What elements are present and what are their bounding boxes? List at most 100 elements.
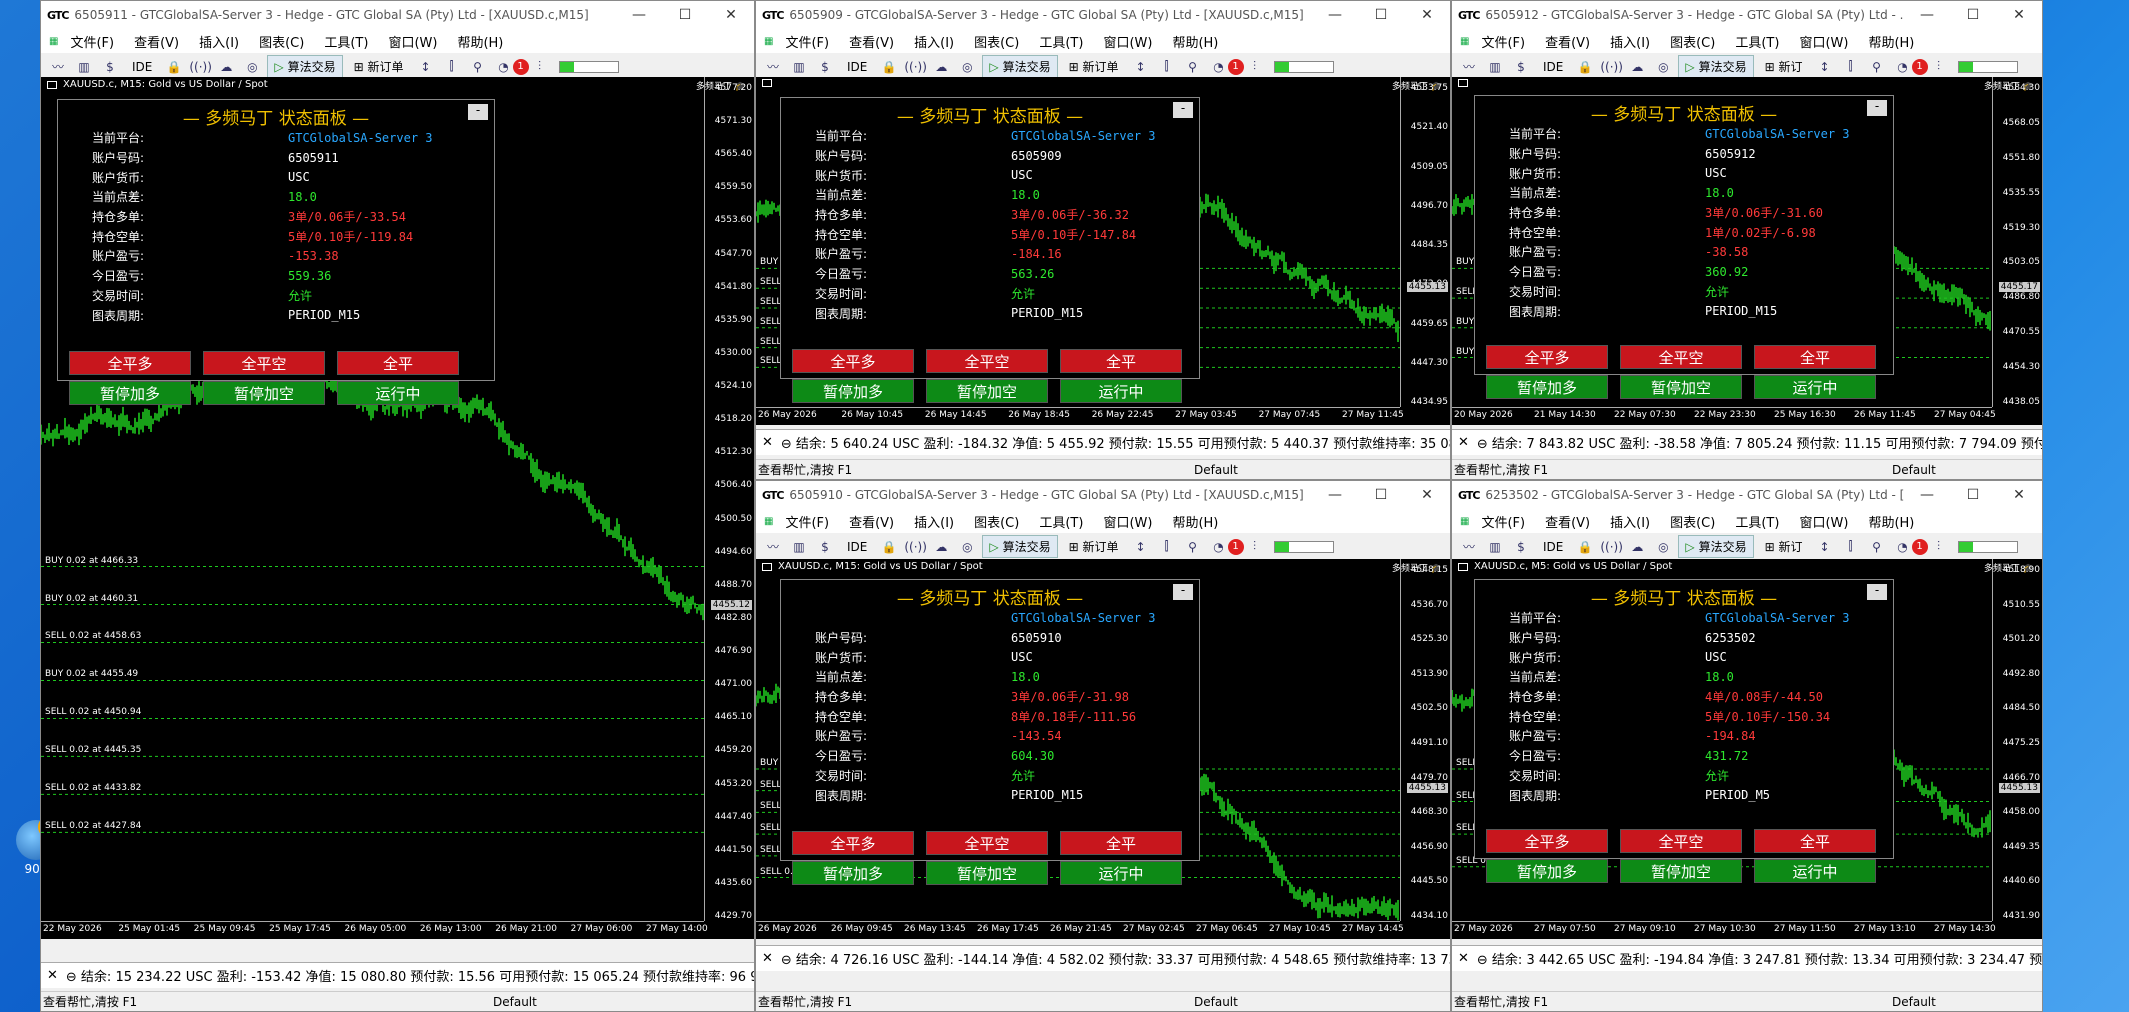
pause-buy-button[interactable]: 暂停加多 xyxy=(1486,375,1608,399)
close-toolbox-icon[interactable]: ✕ xyxy=(1458,435,1469,450)
time-axis[interactable]: 22 May 2026 25 May 01:45 25 May 09:45 25 Ma… xyxy=(41,921,708,939)
order-line-label[interactable]: SELL xyxy=(760,801,781,811)
chart-type-icon[interactable]: ▥ xyxy=(788,540,810,554)
algo-trading-button[interactable]: ▷ 算法交易 xyxy=(267,55,343,78)
order-line-label[interactable]: BUY 0.02 at 4466.33 xyxy=(45,556,138,566)
menu-item-0[interactable]: 文件(F) xyxy=(1481,512,1525,531)
title-bar[interactable]: GTC 6505911 - GTCGlobalSA-Server 3 - Hedg… xyxy=(41,1,754,29)
order-line-label[interactable]: BUY xyxy=(1456,257,1474,267)
candles-icon[interactable]: ⫿ xyxy=(441,59,463,74)
depth-icon[interactable]: ↕ xyxy=(1814,540,1836,554)
menu-item-4[interactable]: 工具(T) xyxy=(1039,512,1083,531)
close-all-button[interactable]: 全平 xyxy=(337,351,459,375)
pause-buy-button[interactable]: 暂停加多 xyxy=(792,379,914,403)
close-button[interactable]: ✕ xyxy=(1996,487,2042,503)
close-button[interactable]: ✕ xyxy=(1996,7,2042,23)
order-line-label[interactable]: BUY xyxy=(1456,347,1474,357)
chart-type-icon[interactable]: ▥ xyxy=(1484,540,1506,554)
close-buy-button[interactable]: 全平多 xyxy=(792,349,914,373)
chart-type-icon[interactable]: ▥ xyxy=(788,60,810,74)
order-line-label[interactable]: BUY 0.02 at 4455.49 xyxy=(45,669,138,679)
pause-sell-button[interactable]: 暂停加空 xyxy=(926,379,1048,403)
close-button[interactable]: ✕ xyxy=(708,7,754,23)
cloud-icon[interactable]: ☁ xyxy=(1626,60,1648,74)
menu-item-6[interactable]: 帮助(H) xyxy=(1172,32,1218,51)
signal-icon[interactable]: ((·)) xyxy=(189,60,212,74)
alerts-icon[interactable]: ◔ xyxy=(1208,60,1230,74)
candles-icon[interactable]: ⫿ xyxy=(1840,539,1862,554)
order-line-label[interactable]: BUY xyxy=(760,257,778,267)
line-chart-icon[interactable]: 〰 xyxy=(1458,538,1480,555)
menu-item-3[interactable]: 图表(C) xyxy=(1670,32,1715,51)
order-line-label[interactable]: SELL xyxy=(760,297,781,307)
zoom-icon[interactable]: ⚲ xyxy=(1182,540,1204,554)
menu-item-5[interactable]: 窗口(W) xyxy=(1103,32,1152,51)
close-buy-button[interactable]: 全平多 xyxy=(1486,345,1608,369)
price-chart[interactable]: 多频马丁 🎓 BUY SELL BUY BUY 4584.30 4568.05 4551.80… xyxy=(1452,77,2042,425)
close-sell-button[interactable]: 全平空 xyxy=(1620,829,1742,853)
menu-item-1[interactable]: 查看(V) xyxy=(1545,512,1590,531)
globe-icon[interactable]: ◎ xyxy=(1652,540,1674,554)
close-buy-button[interactable]: 全平多 xyxy=(69,351,191,375)
signal-icon[interactable]: ((·)) xyxy=(1600,60,1623,74)
pause-sell-button[interactable]: 暂停加空 xyxy=(1620,375,1742,399)
pause-sell-button[interactable]: 暂停加空 xyxy=(926,861,1048,885)
zoom-icon[interactable]: ⚲ xyxy=(467,60,489,74)
menu-item-5[interactable]: 窗口(W) xyxy=(1103,512,1152,531)
new-order-button[interactable]: ⊞ 新订单 xyxy=(1062,535,1126,558)
globe-icon[interactable]: ◎ xyxy=(1652,60,1674,74)
candles-icon[interactable]: ⫿ xyxy=(1840,59,1862,74)
order-line-label[interactable]: SELL xyxy=(760,780,781,790)
globe-icon[interactable]: ◎ xyxy=(956,540,978,554)
zoom-icon[interactable]: ⚲ xyxy=(1866,540,1888,554)
minimize-button[interactable]: — xyxy=(1904,7,1950,23)
menu-item-2[interactable]: 插入(I) xyxy=(1610,512,1650,531)
candles-icon[interactable]: ⫿ xyxy=(1156,59,1178,74)
title-bar[interactable]: GTC 6505909 - GTCGlobalSA-Server 3 - Hedg… xyxy=(756,1,1450,29)
time-axis[interactable]: 27 May 2026 27 May 07:50 27 May 09:10 27 Ma… xyxy=(1452,921,1996,939)
chart-type-icon[interactable]: ▥ xyxy=(73,60,95,74)
maximize-button[interactable]: ☐ xyxy=(662,7,708,23)
panel-collapse-button[interactable]: - xyxy=(1867,100,1887,116)
menu-item-6[interactable]: 帮助(H) xyxy=(1868,32,1914,51)
new-order-button[interactable]: ⊞ 新订单 xyxy=(347,55,411,78)
signal-icon[interactable]: ((·)) xyxy=(904,540,927,554)
cloud-icon[interactable]: ☁ xyxy=(1626,540,1648,554)
time-axis[interactable]: 26 May 2026 26 May 09:45 26 May 13:45 26 Ma… xyxy=(756,921,1404,939)
menu-item-4[interactable]: 工具(T) xyxy=(1735,512,1779,531)
algo-trading-button[interactable]: ▷ 算法交易 xyxy=(982,535,1058,558)
pause-sell-button[interactable]: 暂停加空 xyxy=(203,381,325,405)
panel-collapse-button[interactable]: - xyxy=(1173,584,1193,600)
pause-buy-button[interactable]: 暂停加多 xyxy=(1486,859,1608,883)
order-line-label[interactable]: BUY xyxy=(760,758,778,768)
menu-item-4[interactable]: 工具(T) xyxy=(324,32,368,51)
close-buy-button[interactable]: 全平多 xyxy=(792,831,914,855)
maximize-button[interactable]: ☐ xyxy=(1950,487,1996,503)
menu-item-2[interactable]: 插入(I) xyxy=(1610,32,1650,51)
pause-sell-button[interactable]: 暂停加空 xyxy=(1620,859,1742,883)
order-line-label[interactable]: SELL 0.02 at 4433.82 xyxy=(45,783,141,793)
menu-item-2[interactable]: 插入(I) xyxy=(914,32,954,51)
depth-icon[interactable]: ↕ xyxy=(1130,540,1152,554)
menu-item-3[interactable]: 图表(C) xyxy=(259,32,304,51)
alerts-icon[interactable]: ◔ xyxy=(1208,540,1230,554)
depth-icon[interactable]: ↕ xyxy=(415,60,437,74)
menu-item-6[interactable]: 帮助(H) xyxy=(1172,512,1218,531)
order-line-label[interactable]: SELL 0.02 at 4458.63 xyxy=(45,631,141,641)
terminal-window-w1[interactable]: GTC 6505911 - GTCGlobalSA-Server 3 - Hedg… xyxy=(40,0,755,1012)
ide-button[interactable]: IDE xyxy=(840,57,874,77)
title-bar[interactable]: GTC 6505912 - GTCGlobalSA-Server 3 - Hedg… xyxy=(1452,1,2042,29)
panel-collapse-button[interactable]: - xyxy=(1867,584,1887,600)
panel-collapse-button[interactable]: - xyxy=(468,104,488,120)
terminal-window-w4[interactable]: GTC 6505910 - GTCGlobalSA-Server 3 - Hedg… xyxy=(755,480,1451,1012)
minimize-button[interactable]: — xyxy=(1312,7,1358,23)
maximize-button[interactable]: ☐ xyxy=(1358,487,1404,503)
cloud-icon[interactable]: ☁ xyxy=(930,60,952,74)
close-all-button[interactable]: 全平 xyxy=(1060,831,1182,855)
close-toolbox-icon[interactable]: ✕ xyxy=(762,435,773,450)
order-line-label[interactable]: SELL 0.02 at 4450.94 xyxy=(45,707,141,717)
new-order-button[interactable]: ⊞ 新订 xyxy=(1758,55,1810,78)
close-sell-button[interactable]: 全平空 xyxy=(926,831,1048,855)
menu-item-3[interactable]: 图表(C) xyxy=(1670,512,1715,531)
line-chart-icon[interactable]: 〰 xyxy=(762,538,784,555)
